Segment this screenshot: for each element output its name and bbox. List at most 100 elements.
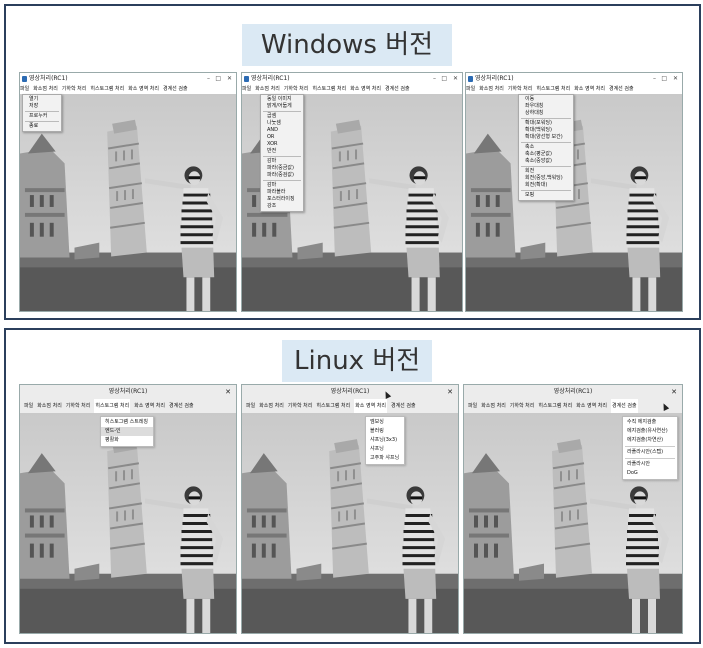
menu-item[interactable]: 감마 — [261, 158, 303, 165]
menu-histogram[interactable]: 히스토그램 처리 — [94, 399, 131, 413]
menu-item[interactable]: 확대(양선형 보간) — [519, 134, 573, 141]
menu-edge[interactable]: 경계선 검출 — [169, 399, 194, 413]
menu-edge[interactable]: 경계선 검출 — [391, 399, 416, 413]
menu-item[interactable]: 엔드-인 — [101, 427, 153, 436]
menu-area[interactable]: 화소 영역 처리 — [350, 85, 381, 94]
maximize-icon[interactable]: □ — [661, 73, 667, 85]
menu-item[interactable]: 에지검출(차연산) — [623, 436, 677, 445]
menu-item[interactable]: 상하대칭 — [519, 110, 573, 117]
menu-item[interactable]: 확대(백워딩) — [519, 127, 573, 134]
menu-item[interactable]: 엠보싱 — [366, 418, 404, 427]
minimize-icon[interactable]: – — [207, 73, 210, 85]
menu-histogram[interactable]: 히스토그램 처리 — [312, 85, 346, 94]
menu-item[interactable]: 샤프닝(3x3) — [366, 436, 404, 445]
menu-item[interactable]: 파라(중검값) — [261, 172, 303, 179]
geometry-dropdown: 이동 좌우대칭 상하대칭 확대(포워딩) 확대(백워딩) 확대(양선형 보간) … — [518, 94, 574, 201]
menu-pixel[interactable]: 화소점 처리 — [481, 399, 506, 413]
pisa-photo — [466, 94, 682, 311]
menu-item[interactable]: 라플라시안(스텝) — [623, 448, 677, 457]
menu-item[interactable]: 곱셈 — [261, 113, 303, 120]
menu-item[interactable]: 포스터라이징 — [261, 196, 303, 203]
menu-edge[interactable]: 경계선 검출 — [385, 85, 410, 94]
menu-item[interactable]: 좌우대칭 — [519, 103, 573, 110]
menu-item[interactable]: 동일 이미지 — [261, 96, 303, 103]
menu-file[interactable]: 파일 — [242, 85, 251, 94]
menu-pixel[interactable]: 화소점 처리 — [259, 399, 284, 413]
menu-item[interactable]: 감마 — [261, 182, 303, 189]
menu-geometry[interactable]: 기하학 처리 — [284, 85, 309, 94]
menu-file[interactable]: 파일 — [466, 85, 475, 94]
menu-item-open[interactable]: 열기 — [23, 96, 61, 103]
menu-item[interactable]: 파라볼라 — [261, 189, 303, 196]
window-titlebar: 영상처리(RC1) ✕ — [464, 385, 682, 399]
menu-edge[interactable]: 경계선 검출 — [610, 399, 638, 413]
menu-geometry[interactable]: 기하학 처리 — [508, 85, 533, 94]
menu-histogram[interactable]: 히스토그램 처리 — [316, 399, 350, 413]
menu-item[interactable]: 평활화 — [101, 436, 153, 445]
menu-area[interactable]: 화소 영역 처리 — [354, 399, 387, 413]
menu-item[interactable]: 이동 — [519, 96, 573, 103]
close-icon[interactable]: ✕ — [453, 73, 458, 85]
menu-item[interactable]: 샤프닝 — [366, 445, 404, 454]
close-icon[interactable]: ✕ — [671, 385, 677, 399]
menu-item[interactable]: 축소(평균값) — [519, 151, 573, 158]
menu-item[interactable]: 밝게/어둡게 — [261, 103, 303, 110]
menu-item[interactable]: 축소 — [519, 144, 573, 151]
menu-pixel[interactable]: 화소점 처리 — [33, 85, 58, 94]
menu-item[interactable]: 축소(중앙값) — [519, 158, 573, 165]
menu-item[interactable]: 히스토그램 스트레칭 — [101, 418, 153, 427]
menu-item[interactable]: 라플라시안 — [623, 460, 677, 469]
maximize-icon[interactable]: □ — [215, 73, 221, 85]
menu-item[interactable]: 고주파 샤프닝 — [366, 454, 404, 463]
menu-area[interactable]: 화소 영역 처리 — [128, 85, 159, 94]
menu-geometry[interactable]: 기하학 처리 — [510, 399, 535, 413]
menu-pixel[interactable]: 화소점 처리 — [479, 85, 504, 94]
menu-geometry[interactable]: 기하학 처리 — [66, 399, 91, 413]
menu-file[interactable]: 파일 — [20, 85, 29, 94]
menu-pixel[interactable]: 화소점 처리 — [255, 85, 280, 94]
menu-edge[interactable]: 경계선 검출 — [163, 85, 188, 94]
menu-geometry[interactable]: 기하학 처리 — [62, 85, 87, 94]
menu-file[interactable]: 파일 — [246, 399, 255, 413]
menu-item[interactable]: 나눗셈 — [261, 120, 303, 127]
menu-item[interactable]: 수직 에지검출 — [623, 418, 677, 427]
menu-item[interactable]: 에지검출(유사연산) — [623, 427, 677, 436]
minimize-icon[interactable]: – — [653, 73, 656, 85]
menu-item[interactable]: DoG — [623, 469, 677, 478]
menubar: 파일 화소점 처리 기하학 처리 히스토그램 처리 화소 영역 처리 경계선 검출 — [242, 85, 462, 94]
menu-file[interactable]: 파일 — [468, 399, 477, 413]
app-icon — [244, 76, 249, 82]
menu-item[interactable]: 반전 — [261, 148, 303, 155]
maximize-icon[interactable]: □ — [441, 73, 447, 85]
menu-item-proto[interactable]: 프로누커 — [23, 113, 61, 120]
menu-edge[interactable]: 경계선 검출 — [609, 85, 634, 94]
menu-item[interactable]: 회전(중앙,백워딩) — [519, 175, 573, 182]
menu-item[interactable]: OR — [261, 134, 303, 141]
menu-area[interactable]: 화소 영역 처리 — [134, 399, 165, 413]
menu-item[interactable]: 확대(포워딩) — [519, 120, 573, 127]
close-icon[interactable]: ✕ — [447, 385, 453, 399]
menu-area[interactable]: 화소 영역 처리 — [574, 85, 605, 94]
menu-file[interactable]: 파일 — [24, 399, 33, 413]
menu-separator — [625, 446, 675, 447]
menu-item-exit[interactable]: 종료 — [23, 123, 61, 130]
menu-item[interactable]: 강조 — [261, 203, 303, 210]
menu-item[interactable]: 모핑 — [519, 192, 573, 199]
menu-histogram[interactable]: 히스토그램 처리 — [538, 399, 572, 413]
menu-item[interactable]: XOR — [261, 141, 303, 148]
menu-item[interactable]: 회전(확대) — [519, 182, 573, 189]
menu-pixel[interactable]: 화소점 처리 — [37, 399, 62, 413]
menu-histogram[interactable]: 히스토그램 처리 — [90, 85, 124, 94]
menu-item[interactable]: 블러링 — [366, 427, 404, 436]
minimize-icon[interactable]: – — [433, 73, 436, 85]
close-icon[interactable]: ✕ — [225, 385, 231, 399]
menu-item[interactable]: 회전 — [519, 168, 573, 175]
menu-item[interactable]: 파라(중금값) — [261, 165, 303, 172]
menu-item-save[interactable]: 저장 — [23, 103, 61, 110]
menu-area[interactable]: 화소 영역 처리 — [576, 399, 607, 413]
menu-geometry[interactable]: 기하학 처리 — [288, 399, 313, 413]
menu-item[interactable]: AND — [261, 127, 303, 134]
close-icon[interactable]: ✕ — [227, 73, 232, 85]
menu-histogram[interactable]: 히스토그램 처리 — [536, 85, 570, 94]
close-icon[interactable]: ✕ — [673, 73, 678, 85]
